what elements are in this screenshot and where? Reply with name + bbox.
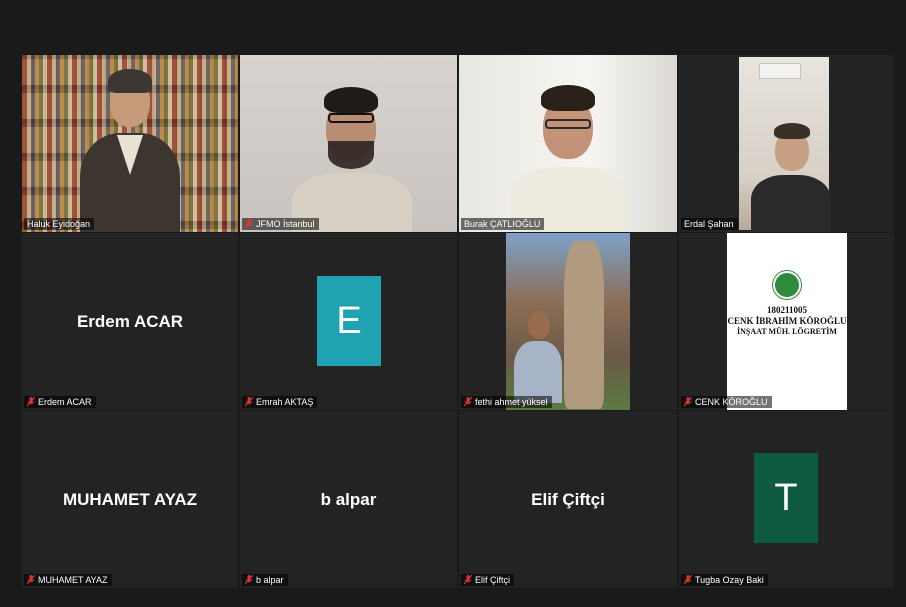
participant-name: JFMO İstanbul (256, 219, 315, 229)
participant-nameplate: Emrah AKTAŞ (242, 396, 318, 408)
participant-name: CENK KÖROĞLU (695, 397, 768, 407)
muted-microphone-icon (464, 575, 472, 585)
video-tile-burak-catlioglu[interactable]: Burak ÇATLIOĞLU (459, 55, 677, 232)
participant-name: Elif Çiftçi (475, 575, 511, 585)
participant-name: Emrah AKTAŞ (256, 397, 314, 407)
muted-microphone-icon (684, 575, 692, 585)
video-tile-haluk-eyidogan[interactable]: Haluk Eyidoğan (22, 55, 238, 232)
participant-name-display: MUHAMET AYAZ (62, 489, 198, 509)
participant-name-display: Elif Çiftçi (531, 489, 605, 509)
muted-microphone-icon (245, 575, 253, 585)
meeting-window: Haluk Eyidoğan JFMO İstanbul Burak ÇATLI… (0, 0, 906, 607)
participant-video: 180211005 CENK İBRAHİM KÖROĞLU İNŞAAT MÜ… (727, 233, 847, 410)
participant-name-display: b alpar (320, 489, 377, 509)
participant-name: b alpar (256, 575, 284, 585)
university-logo-icon (773, 271, 801, 299)
video-tile-elif-ciftci[interactable]: Elif Çiftçi Elif Çiftçi (459, 411, 677, 588)
participant-name: Tugba Ozay Baki (695, 575, 764, 585)
participant-nameplate: CENK KÖROĞLU (681, 396, 772, 408)
card-line-3: İNŞAAT MÜH. LÖGRETİM (737, 327, 837, 336)
muted-microphone-icon (464, 397, 472, 407)
participant-name: MUHAMET AYAZ (38, 575, 108, 585)
participant-nameplate: Elif Çiftçi (461, 574, 515, 586)
video-tile-muhamet-ayaz[interactable]: MUHAMET AYAZ MUHAMET AYAZ (22, 411, 238, 588)
participant-video (739, 57, 831, 232)
participant-name: Haluk Eyidoğan (27, 219, 91, 229)
participant-nameplate: Erdal Şahan (681, 218, 738, 230)
participant-nameplate: b alpar (242, 574, 288, 586)
video-tile-jfmo-istanbul[interactable]: JFMO İstanbul (240, 55, 457, 232)
video-tile-erdem-acar[interactable]: Erdem ACAR Erdem ACAR (22, 233, 238, 410)
card-line-1: 180211005 (766, 305, 807, 315)
video-tile-b-alpar[interactable]: b alpar b alpar (240, 411, 457, 588)
muted-microphone-icon (27, 397, 35, 407)
participant-nameplate: MUHAMET AYAZ (24, 574, 112, 586)
gallery-view: Haluk Eyidoğan JFMO İstanbul Burak ÇATLI… (22, 55, 894, 588)
muted-microphone-icon (27, 575, 35, 585)
participant-nameplate: Haluk Eyidoğan (24, 218, 95, 230)
participant-name-display: Erdem ACAR (76, 311, 184, 331)
participant-video (506, 233, 630, 410)
participant-nameplate: Erdem ACAR (24, 396, 96, 408)
participant-nameplate: JFMO İstanbul (242, 218, 319, 230)
participant-video (240, 55, 457, 232)
video-tile-cenk-koroglu[interactable]: 180211005 CENK İBRAHİM KÖROĞLU İNŞAAT MÜ… (679, 233, 894, 410)
video-tile-emrah-aktas[interactable]: E Emrah AKTAŞ (240, 233, 457, 410)
avatar-letter: T (774, 476, 798, 519)
video-tile-fethi-ahmet-yuksel[interactable]: fethi ahmet yüksel (459, 233, 677, 410)
participant-name: Erdal Şahan (684, 219, 734, 229)
muted-microphone-icon (245, 219, 253, 229)
card-line-2: CENK İBRAHİM KÖROĞLU (727, 316, 847, 326)
participant-name: Erdem ACAR (38, 397, 92, 407)
participant-avatar: E (317, 276, 381, 366)
participant-nameplate: fethi ahmet yüksel (461, 396, 552, 408)
participant-video (459, 55, 677, 232)
muted-microphone-icon (245, 397, 253, 407)
participant-avatar: T (754, 453, 818, 543)
participant-video (22, 55, 238, 232)
avatar-letter: E (336, 299, 362, 342)
video-tile-erdal-sahan[interactable]: Erdal Şahan (679, 55, 894, 232)
participant-name: Burak ÇATLIOĞLU (464, 219, 541, 229)
muted-microphone-icon (684, 397, 692, 407)
participant-nameplate: Burak ÇATLIOĞLU (461, 218, 545, 230)
participant-nameplate: Tugba Ozay Baki (681, 574, 768, 586)
video-tile-tugba-ozay-baki[interactable]: T Tugba Ozay Baki (679, 411, 894, 588)
participant-name: fethi ahmet yüksel (475, 397, 548, 407)
